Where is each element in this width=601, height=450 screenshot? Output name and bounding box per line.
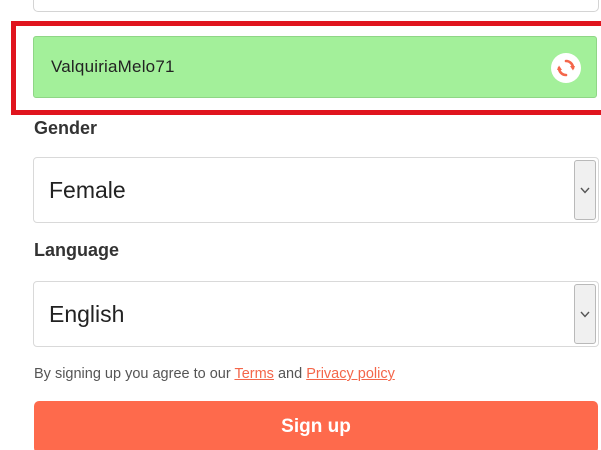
refresh-icon[interactable] — [551, 53, 581, 83]
chevron-down-icon[interactable] — [574, 284, 596, 344]
previous-input-field[interactable] — [33, 0, 599, 12]
chevron-down-icon[interactable] — [574, 160, 596, 220]
refresh-icon-graphic — [557, 59, 575, 77]
username-field[interactable]: ValquiriaMelo71 — [33, 36, 597, 98]
terms-agreement-text: By signing up you agree to our Terms and… — [34, 366, 395, 382]
gender-selected-value: Female — [49, 176, 126, 203]
language-select[interactable]: English — [33, 281, 599, 347]
language-selected-value: English — [49, 300, 125, 327]
signup-button[interactable]: Sign up — [34, 401, 598, 450]
terms-link[interactable]: Terms — [234, 366, 273, 382]
terms-connector: and — [273, 366, 307, 382]
terms-prefix: By signing up you agree to our — [34, 366, 235, 382]
language-label: Language — [34, 240, 120, 260]
signup-form: ValquiriaMelo71 Gender Female Language E… — [0, 0, 601, 450]
username-value: ValquiriaMelo71 — [51, 57, 175, 76]
gender-select[interactable]: Female — [33, 157, 599, 223]
gender-label: Gender — [34, 118, 98, 138]
privacy-policy-link[interactable]: Privacy policy — [306, 366, 395, 382]
